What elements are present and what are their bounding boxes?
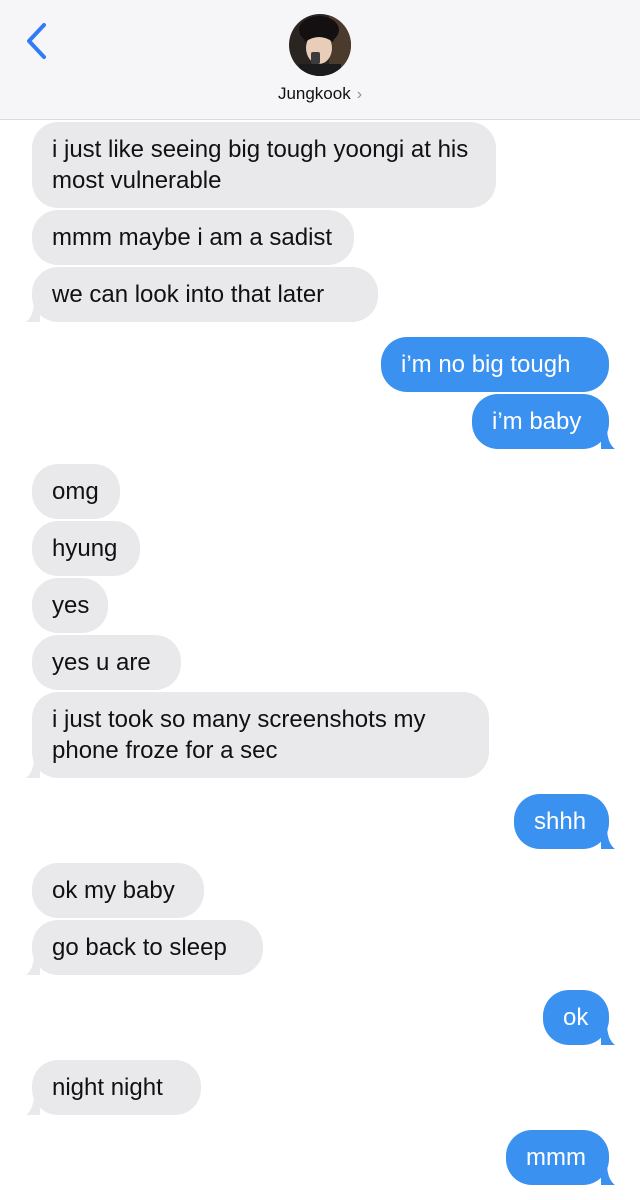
message-bubble-outgoing[interactable]: shhh xyxy=(514,794,615,849)
message-text: we can look into that later xyxy=(52,281,325,308)
message-bubble-incoming[interactable]: go back to sleep xyxy=(26,920,263,975)
bubble-tail xyxy=(26,953,40,975)
bubble-tail xyxy=(601,1023,615,1045)
message-bubble-incoming[interactable]: we can look into that later xyxy=(26,267,378,322)
bubble-tail xyxy=(601,827,615,849)
message-text: ok my baby xyxy=(52,877,175,904)
message-bubble-outgoing[interactable]: i’m no big tough xyxy=(381,337,609,392)
bubble-tail xyxy=(26,1093,40,1115)
message-bubble-incoming[interactable]: hyung xyxy=(32,521,140,576)
message-bubble-outgoing[interactable]: i’m baby xyxy=(472,394,615,449)
message-text: mmm maybe i am a sadist xyxy=(52,224,333,251)
message-text: mmm xyxy=(526,1144,586,1171)
back-button[interactable] xyxy=(14,16,58,66)
message-text: omg xyxy=(52,478,99,505)
message-text: yes u are xyxy=(52,649,151,676)
message-text: ok xyxy=(563,1004,589,1031)
message-text: night night xyxy=(52,1074,163,1101)
conversation-header: Jungkook › xyxy=(0,0,640,120)
contact-name: Jungkook xyxy=(277,84,351,103)
avatar-photo xyxy=(289,14,351,76)
message-text: i just took so many screenshots my phone… xyxy=(52,706,426,764)
message-text: go back to sleep xyxy=(52,934,227,961)
message-bubble-incoming[interactable]: yes u are xyxy=(32,635,181,690)
chevron-left-icon xyxy=(27,23,46,59)
message-text: hyung xyxy=(52,535,118,562)
message-bubble-incoming[interactable]: night night xyxy=(26,1060,201,1115)
message-bubble-incoming[interactable]: i just like seeing big tough yoongi at h… xyxy=(32,122,496,208)
bubble-tail xyxy=(601,1163,615,1185)
chevron-right-icon: › xyxy=(356,86,363,103)
message-bubble-incoming[interactable]: mmm maybe i am a sadist xyxy=(32,210,354,265)
message-text: i just like seeing big tough yoongi at h… xyxy=(52,136,469,194)
contact-name-button[interactable]: Jungkook › xyxy=(0,84,640,105)
bubble-tail xyxy=(26,756,40,778)
message-bubble-incoming[interactable]: i just took so many screenshots my phone… xyxy=(26,692,489,778)
message-text: i’m baby xyxy=(492,408,582,435)
message-bubble-outgoing[interactable]: ok xyxy=(543,990,615,1045)
message-bubble-incoming[interactable]: ok my baby xyxy=(32,863,204,918)
message-bubble-incoming[interactable]: omg xyxy=(32,464,120,519)
avatar[interactable] xyxy=(289,14,351,76)
message-bubble-outgoing[interactable]: mmm xyxy=(506,1130,615,1185)
message-text: yes xyxy=(52,592,90,619)
bubble-tail xyxy=(601,427,615,449)
bubble-tail xyxy=(26,300,40,322)
message-text: i’m no big tough xyxy=(401,351,571,378)
message-text: shhh xyxy=(534,808,587,835)
message-bubble-incoming[interactable]: yes xyxy=(32,578,108,633)
